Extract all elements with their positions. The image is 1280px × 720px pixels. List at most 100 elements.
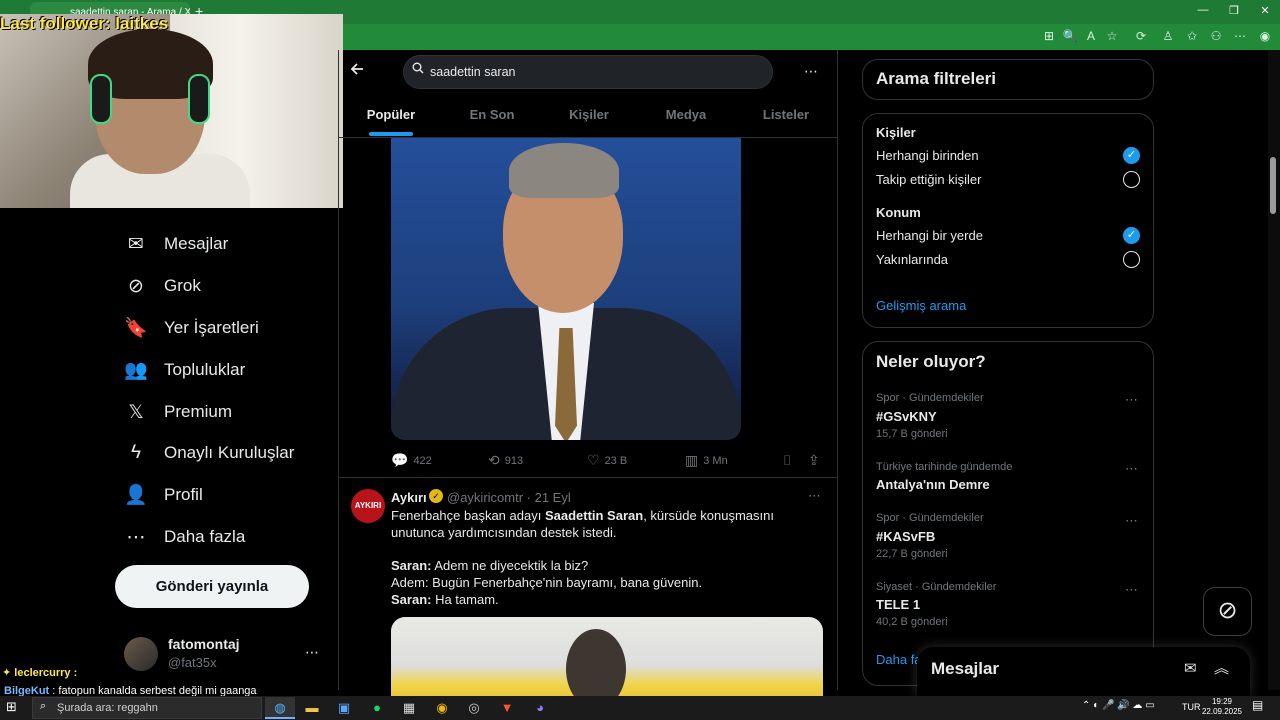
file-explorer-icon[interactable]: ▬	[297, 697, 327, 719]
favorites-icon[interactable]: ✩	[1183, 29, 1201, 43]
tweet-avatar[interactable]: AYKIRI	[351, 489, 385, 523]
windows-start-icon[interactable]: ⊞	[6, 699, 17, 715]
filter-option-near-you[interactable]: Yakınlarında	[876, 252, 948, 267]
account-more-icon[interactable]: ⋯	[305, 644, 319, 661]
share-icon: ⇪	[808, 452, 820, 468]
maximize-icon[interactable]: ❐	[1219, 4, 1249, 17]
trend-count: 22,7 B gönderi	[876, 548, 948, 560]
filter-radio-following[interactable]	[1123, 171, 1140, 188]
nav-item-grok[interactable]: ⊘ Grok	[124, 266, 201, 306]
like-button[interactable]: ♡ 23 B	[587, 452, 627, 469]
trend-more-icon[interactable]: ⋯	[1125, 461, 1138, 477]
filter-radio-anyone[interactable]: ✓	[1123, 147, 1140, 164]
envelope-icon: ✉	[128, 233, 144, 255]
views-chart-icon: ▥	[685, 452, 699, 468]
expand-drawer-icon[interactable]: ︽	[1214, 657, 1229, 678]
nav-item-verified-orgs[interactable]: ϟ Onaylı Kuruluşlar	[124, 433, 294, 473]
tweet-author-handle[interactable]: @aykiricomtr · 21 Eyl	[447, 490, 571, 505]
filter-option-anyone[interactable]: Herhangi birinden	[876, 148, 979, 163]
trend-name[interactable]: #KASvFB	[876, 529, 935, 544]
tweet-more-icon[interactable]: ⋯	[808, 488, 821, 504]
post-button[interactable]: Gönderi yayınla	[115, 565, 309, 608]
last-follower-label: Last follower: laitkes	[0, 14, 169, 33]
tab-people[interactable]: Kişiler	[549, 107, 629, 122]
advanced-search-link[interactable]: Gelişmiş arama	[876, 298, 966, 313]
read-aloud-icon[interactable]: A	[1082, 29, 1100, 43]
extensions-icon[interactable]: ⟳	[1132, 29, 1150, 43]
profile-avatar-icon[interactable]: ⚇	[1207, 29, 1225, 43]
views-button[interactable]: ▥ 3 Mn	[685, 452, 728, 469]
account-avatar[interactable]	[124, 637, 158, 671]
back-arrow-icon[interactable]	[350, 60, 372, 81]
clock-date[interactable]: 22.09.2025	[1200, 707, 1244, 716]
tweet-photo[interactable]	[391, 617, 823, 697]
calculator-icon[interactable]: ▦	[394, 697, 424, 719]
filter-section-location: Konum	[876, 205, 921, 220]
copilot-icon[interactable]: ◉	[1256, 29, 1274, 43]
brave-icon[interactable]: ▼	[492, 697, 522, 719]
close-icon[interactable]: ✕	[1250, 4, 1280, 17]
trends-show-more-link[interactable]: Daha fa	[876, 652, 922, 667]
spotify-icon[interactable]: ●	[362, 697, 392, 719]
trend-more-icon[interactable]: ⋯	[1125, 513, 1138, 529]
reply-button[interactable]: 💬 422	[391, 452, 432, 469]
system-tray-icons[interactable]: ⌃ ◐ 🎤 🔊 ☁ ▭	[1082, 700, 1155, 711]
compose-message-icon[interactable]: ✉	[1184, 659, 1197, 677]
clock-time[interactable]: 19:29	[1205, 697, 1239, 706]
tweet-text-line: Saran: Ha tamam.	[391, 592, 499, 607]
nav-item-more[interactable]: ⋯ Daha fazla	[124, 517, 246, 557]
app-available-icon[interactable]: ⊞	[1040, 29, 1058, 43]
taskbar-search-input[interactable]: Şurada ara: reggahn	[32, 697, 262, 719]
search-input[interactable]	[403, 55, 773, 89]
input-language[interactable]: TUR	[1182, 702, 1201, 712]
tweet-author-name[interactable]: Aykırı	[391, 490, 427, 505]
nav-item-profile[interactable]: 👤 Profil	[124, 475, 203, 515]
nav-item-communities[interactable]: 👥 Topluluklar	[124, 350, 245, 390]
scrollbar-thumb[interactable]	[1270, 157, 1276, 214]
store-icon[interactable]: ▣	[329, 697, 359, 719]
trend-name[interactable]: Antalya'nın Demre	[876, 477, 990, 492]
chrome-icon[interactable]: ◉	[427, 697, 457, 719]
minimize-icon[interactable]: —	[1188, 4, 1218, 16]
tab-popular[interactable]: Popüler	[351, 107, 431, 122]
bookmark-button[interactable]: ⌷	[783, 452, 791, 469]
settings-more-icon[interactable]: ⋯	[1231, 29, 1249, 43]
trend-context: Spor · Gündemdekiler	[876, 392, 984, 404]
edge-browser-icon[interactable]: ◍	[265, 697, 295, 719]
obs-icon[interactable]: ◎	[459, 697, 489, 719]
trend-more-icon[interactable]: ⋯	[1125, 392, 1138, 408]
tab-media[interactable]: Medya	[646, 107, 726, 122]
trend-context: Spor · Gündemdekiler	[876, 512, 984, 524]
repost-icon: ⟲	[488, 452, 500, 468]
grok-floating-button[interactable]: ⊘	[1203, 587, 1252, 636]
trend-name[interactable]: TELE 1	[876, 597, 920, 612]
repost-button[interactable]: ⟲ 913	[488, 452, 523, 469]
profile-switch-icon[interactable]: ♙	[1159, 29, 1177, 43]
trend-context: Siyaset · Gündemdekiler	[876, 581, 997, 593]
share-button[interactable]: ⇪	[808, 452, 820, 469]
nav-item-messages[interactable]: ✉ Mesajlar	[124, 224, 228, 264]
nav-item-bookmarks[interactable]: 🔖 Yer İşaretleri	[124, 308, 259, 348]
page-scrollbar[interactable]	[1268, 50, 1280, 690]
search-more-icon[interactable]: ⋯	[804, 63, 818, 80]
chat-message: ✦ leclercurry :	[2, 667, 78, 679]
discord-icon[interactable]: ◕	[525, 697, 555, 719]
zoom-icon[interactable]: 🔍	[1061, 29, 1079, 43]
tweet-divider	[338, 477, 838, 478]
trend-name[interactable]: #GSvKNY	[876, 409, 937, 424]
favorite-star-icon[interactable]: ☆	[1103, 29, 1121, 43]
filter-option-anywhere[interactable]: Herhangi bir yerde	[876, 228, 983, 243]
filter-radio-near-you[interactable]	[1123, 251, 1140, 268]
tab-latest[interactable]: En Son	[452, 107, 532, 122]
repost-count: 913	[504, 454, 524, 467]
bookmark-icon: ⌷	[783, 452, 792, 468]
tweet-photo[interactable]	[391, 138, 741, 440]
account-name[interactable]: fatomontaj	[168, 636, 240, 652]
filter-radio-anywhere[interactable]: ✓	[1123, 227, 1140, 244]
tab-lists[interactable]: Listeler	[746, 107, 826, 122]
filter-option-following[interactable]: Takip ettiğin kişiler	[876, 172, 982, 187]
search-icon	[412, 62, 424, 77]
trend-more-icon[interactable]: ⋯	[1125, 582, 1138, 598]
nav-item-premium[interactable]: 𝕏 Premium	[124, 392, 232, 432]
notifications-icon[interactable]: ▤	[1252, 698, 1263, 712]
